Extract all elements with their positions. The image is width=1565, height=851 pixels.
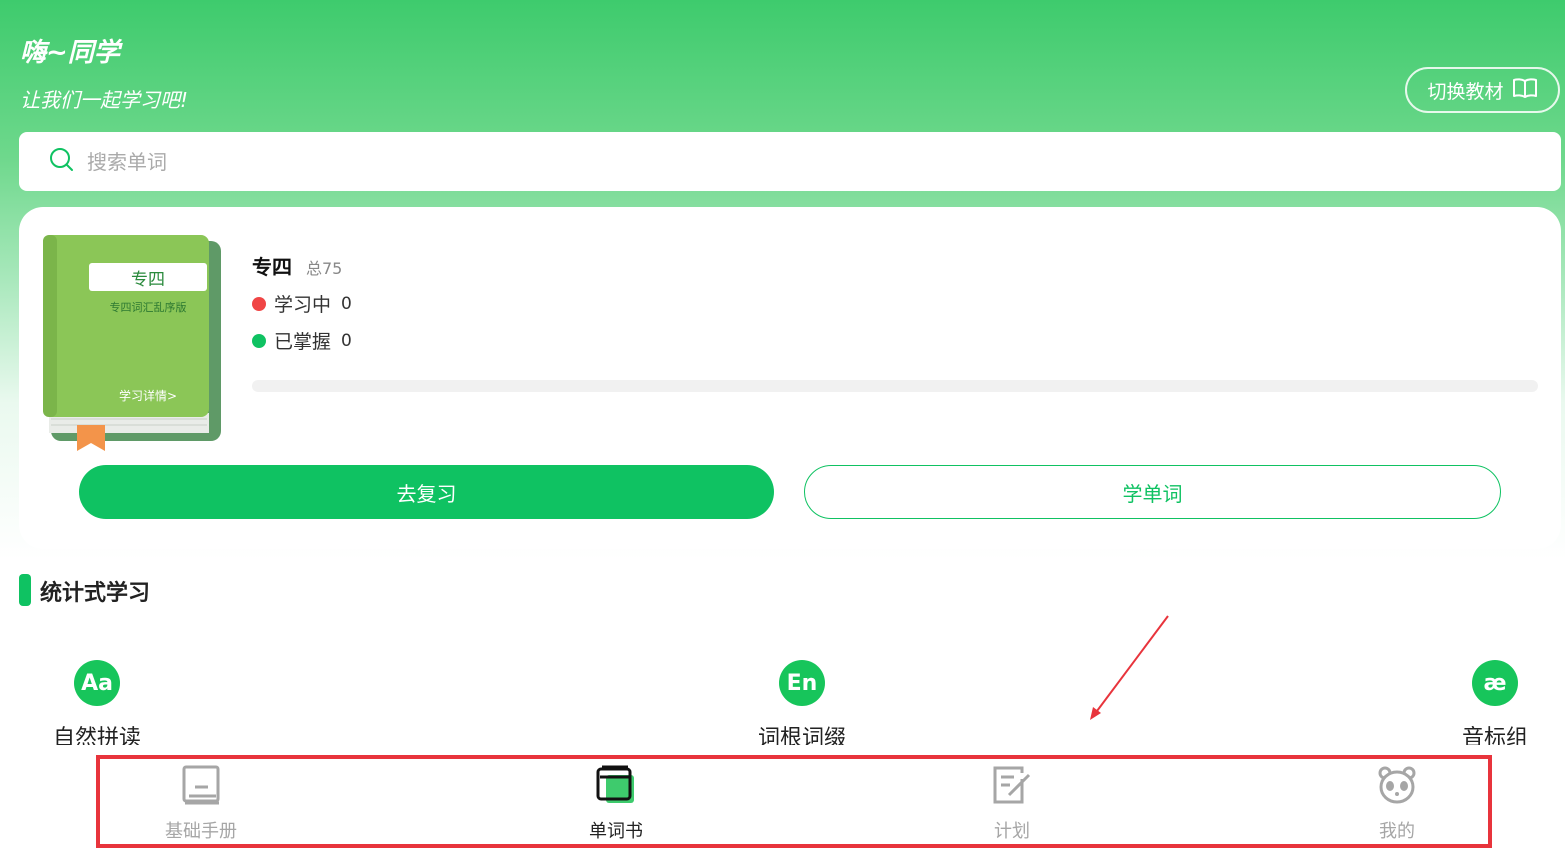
mastered-stat: 已掌握 0 (252, 327, 1542, 354)
book-cover-title: 专四 (89, 263, 207, 291)
switch-textbook-label: 切换教材 (1427, 80, 1504, 103)
handbook-icon (181, 765, 221, 809)
mastered-dot-icon (252, 333, 266, 348)
open-book-icon (1512, 77, 1538, 104)
greeting-subtitle: 让我们一起学习吧! (20, 88, 189, 112)
tab-plan[interactable]: 计划 (952, 765, 1072, 843)
phonetic-icon: æ (1472, 660, 1518, 706)
book-name: 专四 (252, 255, 292, 279)
book-cover-subtitle: 专四词汇乱序版 (109, 301, 187, 314)
progress-bar (252, 380, 1538, 392)
learning-stat: 学习中 0 (252, 290, 1542, 317)
switch-textbook-button[interactable]: 切换教材 (1405, 67, 1560, 113)
learning-dot-icon (252, 296, 266, 311)
plan-icon (992, 765, 1032, 809)
book-cover[interactable]: 专四 专四词汇乱序版 学习详情> (43, 235, 223, 455)
learning-label: 学习中 (274, 294, 332, 316)
tab-profile[interactable]: 我的 (1337, 765, 1457, 843)
tab-label: 计划 (994, 821, 1030, 842)
mastered-label: 已掌握 (274, 331, 332, 353)
section-marker (19, 574, 31, 606)
search-icon (49, 147, 75, 177)
wordbook-icon (596, 765, 636, 809)
learning-count: 0 (341, 293, 352, 314)
tab-wordbook[interactable]: 单词书 (556, 765, 676, 843)
book-detail-link[interactable]: 学习详情> (63, 387, 233, 404)
book-total: 总75 (306, 259, 343, 278)
review-button[interactable]: 去复习 (79, 465, 774, 519)
phonics-icon: Aa (74, 660, 120, 706)
annotation-arrow (1090, 615, 1169, 720)
tab-label: 单词书 (589, 821, 643, 842)
tab-handbook[interactable]: 基础手册 (141, 765, 261, 843)
tab-label: 基础手册 (165, 821, 237, 842)
book-info: 专四 总75 学习中 0 已掌握 0 (252, 251, 1542, 392)
word-root-icon: En (779, 660, 825, 706)
feature-phonics[interactable]: Aa 自然拼读 (37, 660, 157, 752)
feature-phonetic[interactable]: æ 音标组 (1435, 660, 1555, 752)
bottom-tab-bar: 基础手册 单词书 计划 我的 (0, 745, 1565, 851)
search-bar[interactable] (19, 132, 1561, 191)
current-book-card: 专四 专四词汇乱序版 学习详情> 专四 总75 学习中 0 已掌握 0 去复习 … (19, 207, 1561, 549)
search-input[interactable] (87, 149, 1387, 174)
greeting-title: 嗨~同学 (20, 38, 120, 68)
section-title: 统计式学习 (40, 581, 151, 606)
tab-label: 我的 (1379, 821, 1415, 842)
learn-words-button[interactable]: 学单词 (804, 465, 1501, 519)
feature-word-root[interactable]: En 词根词缀 (742, 660, 862, 752)
book-title-row: 专四 总75 (252, 251, 1542, 280)
mastered-count: 0 (341, 330, 352, 351)
profile-icon (1377, 765, 1417, 809)
